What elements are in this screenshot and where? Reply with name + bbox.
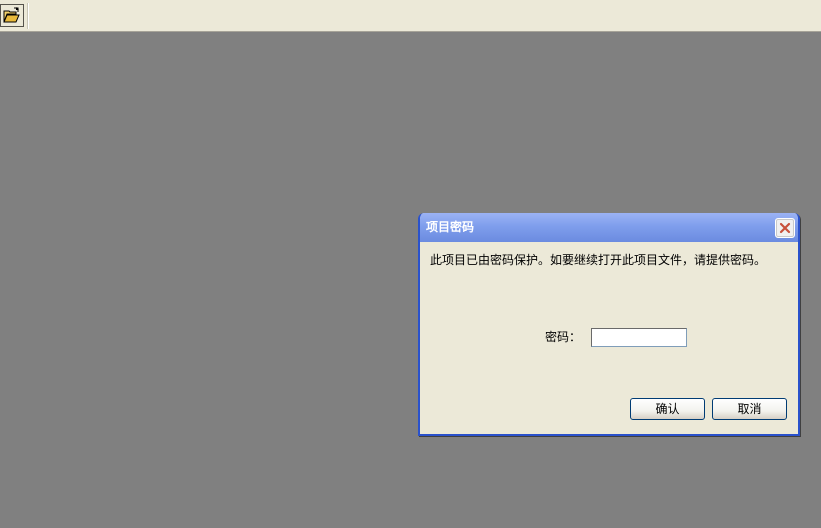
cancel-button[interactable]: 取消 (712, 398, 787, 420)
toolbar-separator (27, 3, 29, 29)
dialog-message: 此项目已由密码保护。如要继续打开此项目文件，请提供密码。 (430, 253, 767, 267)
password-input[interactable] (591, 328, 687, 347)
dialog-titlebar[interactable]: 项目密码 (420, 213, 798, 242)
open-button[interactable] (0, 4, 24, 27)
close-button[interactable] (775, 218, 795, 238)
ok-button[interactable]: 确认 (630, 398, 705, 420)
project-password-dialog: 项目密码 此项目已由密码保护。如要继续打开此项目文件，请提供密码。 密码： 确认… (418, 213, 800, 436)
dialog-title: 项目密码 (426, 220, 475, 234)
toolbar (0, 0, 821, 32)
password-label: 密码： (545, 330, 582, 344)
